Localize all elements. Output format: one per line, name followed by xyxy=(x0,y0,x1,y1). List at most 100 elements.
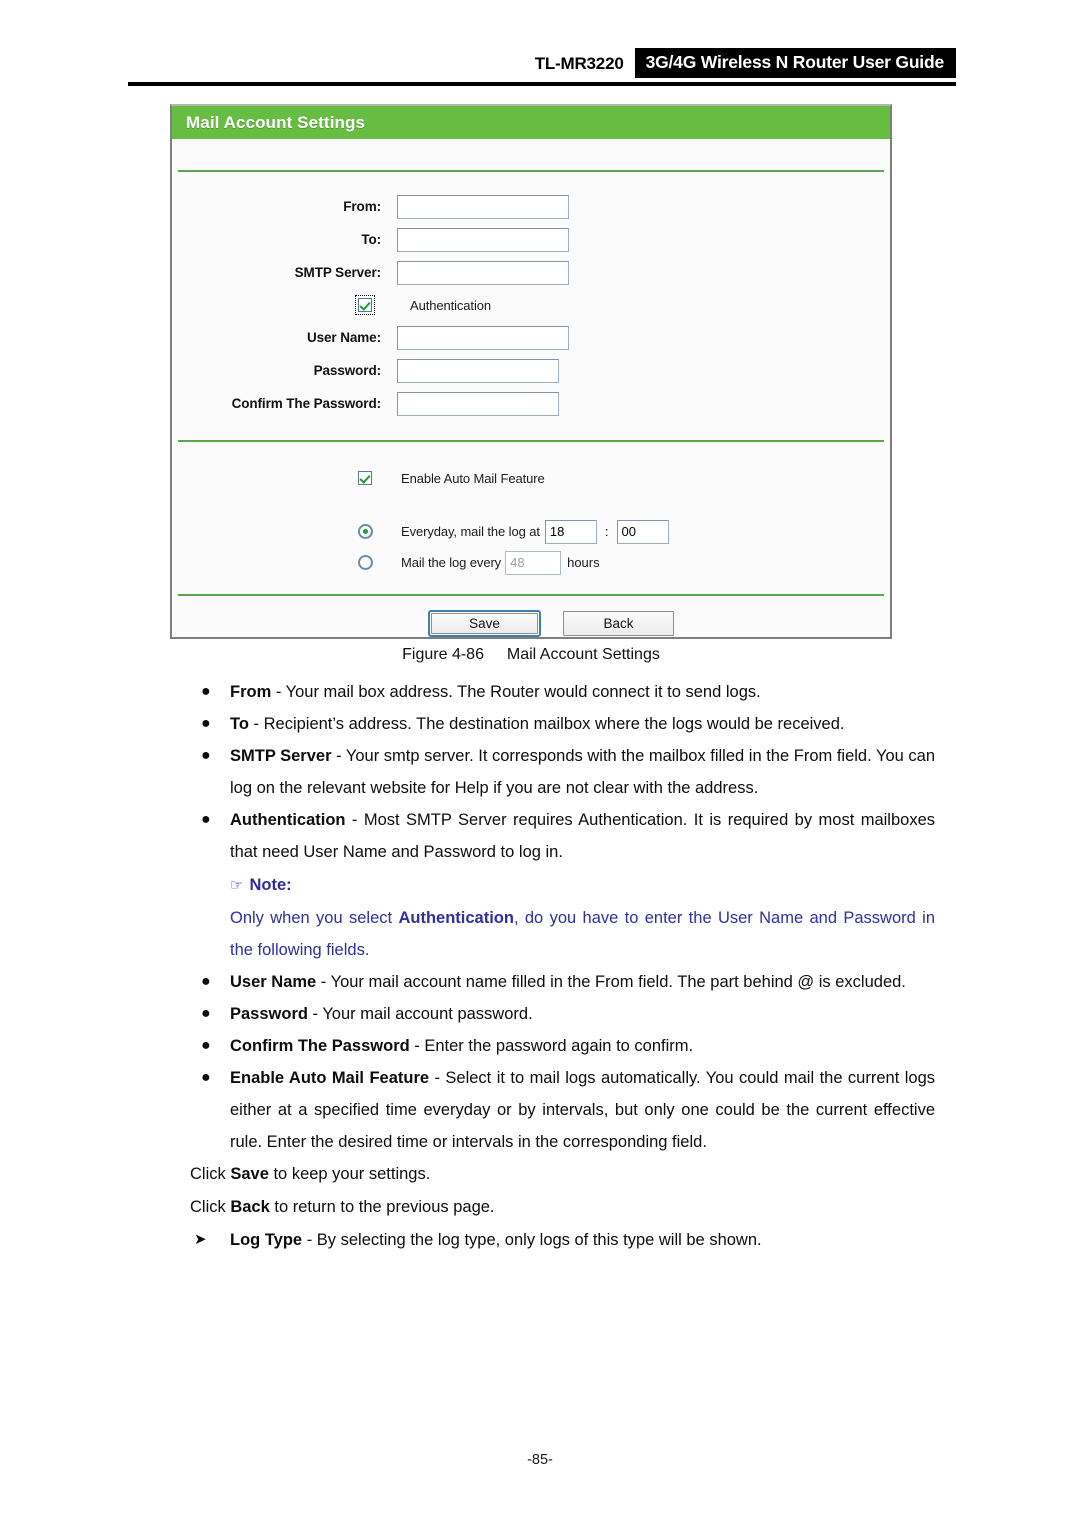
bullet-authentication: ● Authentication - Most SMTP Server requ… xyxy=(190,804,935,868)
smtp-server-input[interactable] xyxy=(397,260,569,285)
header-divider-rule xyxy=(128,82,956,86)
bullet-dot-icon: ● xyxy=(201,683,211,700)
schedule-radio-group: Everyday, mail the log at : Mail the log… xyxy=(172,516,890,578)
checkbox-padding xyxy=(355,468,375,488)
bullet-user-name: ● User Name - Your mail account name fil… xyxy=(190,966,935,998)
bullet-dot-icon: ● xyxy=(201,1005,211,1022)
click-term: Back xyxy=(230,1198,270,1216)
auto-mail-section: Enable Auto Mail Feature Everyday, mail … xyxy=(172,442,890,594)
label-from: From: xyxy=(343,199,381,214)
enable-auto-mail-label: Enable Auto Mail Feature xyxy=(401,470,545,486)
note-heading-text: Note: xyxy=(249,876,292,894)
pointing-hand-icon: ☞ xyxy=(230,876,244,894)
bullet-from: ● From - Your mail box address. The Rout… xyxy=(190,676,935,708)
panel-button-bar: Save Back xyxy=(172,596,890,651)
authentication-row: Authentication xyxy=(172,289,890,321)
field-row-smtp-server: SMTP Server: xyxy=(172,256,890,289)
bullet-dot-icon: ● xyxy=(201,1037,211,1054)
panel-top-gap xyxy=(172,139,890,170)
click-save-line: Click Save to keep your settings. xyxy=(190,1158,935,1191)
schedule-interval-row: Mail the log every hours xyxy=(172,547,890,578)
bullet-dot-icon: ● xyxy=(201,1069,211,1086)
note-emphasis: Authentication xyxy=(398,909,514,927)
click-suffix: to keep your settings. xyxy=(268,1165,431,1183)
everyday-radio[interactable] xyxy=(357,524,373,539)
click-prefix: Click xyxy=(190,1198,231,1216)
label-smtp-server: SMTP Server: xyxy=(294,265,381,280)
bullet-text: - Your mail box address. The Router woul… xyxy=(271,683,761,701)
bullet-text: - Your mail account password. xyxy=(307,1005,533,1023)
bullet-term: User Name xyxy=(230,973,317,991)
field-row-from: From: xyxy=(172,190,890,223)
from-input[interactable] xyxy=(397,194,569,219)
enable-auto-mail-row: Enable Auto Mail Feature xyxy=(172,462,890,494)
interval-radio[interactable] xyxy=(357,555,373,570)
password-input[interactable] xyxy=(397,358,559,383)
bullet-dot-icon: ● xyxy=(201,973,211,990)
bullet-text: - Recipient’s address. The destination m… xyxy=(248,715,845,733)
focus-outline xyxy=(355,295,375,315)
everyday-radio-holder[interactable] xyxy=(350,524,380,539)
bullet-term: SMTP Server xyxy=(230,747,332,765)
user-name-input[interactable] xyxy=(397,325,569,350)
bullet-term: From xyxy=(230,683,272,701)
field-row-user-name: User Name: xyxy=(172,321,890,354)
click-suffix: to return to the previous page. xyxy=(269,1198,495,1216)
bullet-term: Enable Auto Mail Feature xyxy=(230,1069,430,1087)
bullet-term: Password xyxy=(230,1005,308,1023)
back-button[interactable]: Back xyxy=(563,611,674,636)
bullet-dot-icon: ● xyxy=(201,715,211,732)
interval-radio-holder[interactable] xyxy=(350,555,380,570)
panel-title: Mail Account Settings xyxy=(186,112,366,132)
figure-caption-text: Mail Account Settings xyxy=(506,646,660,663)
bullet-password: ● Password - Your mail account password. xyxy=(190,998,935,1030)
guide-title-badge: 3G/4G Wireless N Router User Guide xyxy=(634,47,956,79)
bullet-dot-icon: ● xyxy=(201,811,211,828)
interval-label-after: hours xyxy=(567,555,600,570)
bullet-text: - Enter the password again to confirm. xyxy=(409,1037,694,1055)
interval-label-before: Mail the log every xyxy=(401,555,502,570)
note-heading: ☞ Note: xyxy=(190,868,935,902)
field-row-password: Password: xyxy=(172,354,890,387)
bullet-enable-auto-mail: ● Enable Auto Mail Feature - Select it t… xyxy=(190,1062,935,1158)
router-ui-figure: Mail Account Settings From: To: SMTP Ser… xyxy=(170,104,892,639)
click-back-line: Click Back to return to the previous pag… xyxy=(190,1191,935,1224)
bullet-term: To xyxy=(230,715,249,733)
figure-caption: Figure 4-86 Mail Account Settings xyxy=(170,646,892,664)
interval-hours-input[interactable] xyxy=(505,550,562,575)
enable-auto-mail-checkbox[interactable] xyxy=(358,471,372,485)
auto-mail-checkbox-holder[interactable] xyxy=(350,468,380,488)
to-input[interactable] xyxy=(397,227,569,252)
authentication-checkbox[interactable] xyxy=(358,298,372,312)
bullet-to: ● To - Recipient’s address. The destinat… xyxy=(190,708,935,740)
confirm-password-input[interactable] xyxy=(397,391,559,416)
bullet-term: Authentication xyxy=(230,811,346,829)
schedule-everyday-row: Everyday, mail the log at : xyxy=(172,516,890,547)
authentication-label: Authentication xyxy=(410,297,491,313)
bullet-confirm-password: ● Confirm The Password - Enter the passw… xyxy=(190,1030,935,1062)
save-button-focus-ring: Save xyxy=(428,610,541,637)
authentication-checkbox-holder[interactable] xyxy=(350,295,380,315)
bullet-term: Confirm The Password xyxy=(230,1037,410,1055)
everyday-minute-input[interactable] xyxy=(616,519,669,544)
router-model-name: TL-MR3220 xyxy=(534,53,624,73)
arrow-item-text: - By selecting the log type, only logs o… xyxy=(302,1231,762,1249)
note-text-before: Only when you select xyxy=(230,909,399,927)
bullet-text: - Your smtp server. It corresponds with … xyxy=(230,747,935,797)
field-row-to: To: xyxy=(172,223,890,256)
page-header: TL-MR3220 3G/4G Wireless N Router User G… xyxy=(0,46,1080,86)
panel-titlebar: Mail Account Settings xyxy=(172,106,890,139)
bullet-text: - Your mail account name filled in the F… xyxy=(316,973,906,991)
bullet-smtp-server: ● SMTP Server - Your smtp server. It cor… xyxy=(190,740,935,804)
mail-account-section: From: To: SMTP Server: Authentication Us… xyxy=(172,172,890,440)
bullet-dot-icon: ● xyxy=(201,747,211,764)
field-row-confirm-password: Confirm The Password: xyxy=(172,387,890,420)
body-content: ● From - Your mail box address. The Rout… xyxy=(190,676,935,1256)
label-confirm-password: Confirm The Password: xyxy=(231,396,382,411)
arrow-item-log-type: ➤ Log Type - By selecting the log type, … xyxy=(190,1224,935,1256)
click-prefix: Click xyxy=(190,1165,231,1183)
everyday-hour-input[interactable] xyxy=(544,519,597,544)
note-body: Only when you select Authentication, do … xyxy=(190,902,935,966)
label-to: To: xyxy=(361,232,381,247)
save-button[interactable]: Save xyxy=(431,613,538,634)
